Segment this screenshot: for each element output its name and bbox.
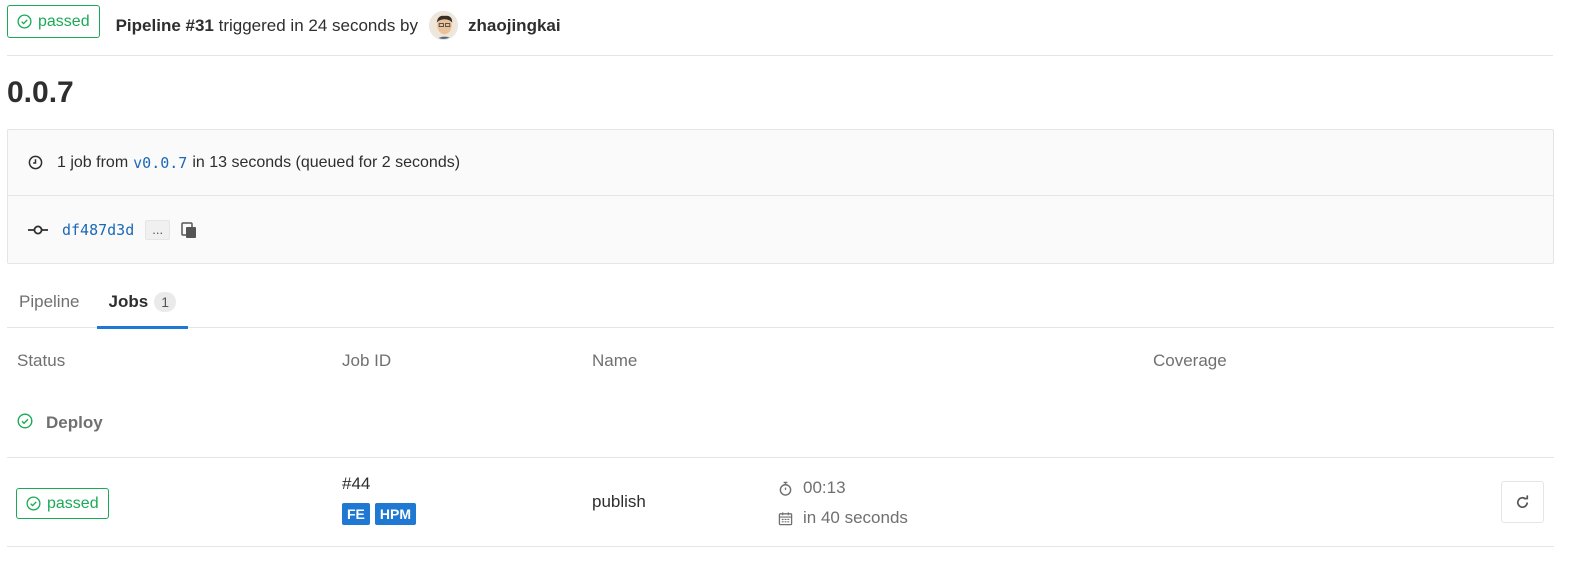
column-header-coverage: Coverage xyxy=(1153,351,1227,370)
page-title: 0.0.7 xyxy=(7,76,74,109)
commit-sha-link[interactable]: df487d3d xyxy=(62,221,134,239)
jobs-suffix: in 13 seconds (queued for 2 seconds) xyxy=(192,153,461,171)
pipeline-status-label: passed xyxy=(38,12,90,30)
user-name[interactable]: zhaojingkai xyxy=(468,16,561,36)
pipeline-tabs: Pipeline Jobs 1 xyxy=(7,276,1554,329)
commit-icon xyxy=(28,225,48,235)
row-divider xyxy=(7,457,1554,458)
check-circle-icon xyxy=(26,496,41,511)
calendar-icon xyxy=(778,511,793,525)
job-status-badge[interactable]: passed xyxy=(16,488,109,519)
triggered-text: triggered in 24 seconds by xyxy=(218,15,419,35)
commit-row: df487d3d ... xyxy=(8,196,1553,264)
job-duration-value: 00:13 xyxy=(803,478,846,497)
ref-link[interactable]: v0.0.7 xyxy=(133,154,187,172)
pipeline-summary: Pipeline #31 triggered in 24 seconds by … xyxy=(116,11,561,40)
pipeline-status-badge[interactable]: passed xyxy=(7,5,100,38)
copy-icon[interactable] xyxy=(180,221,198,239)
tab-jobs-label: Jobs xyxy=(108,292,149,311)
job-tags: FE HPM xyxy=(342,503,417,525)
pipeline-id: Pipeline #31 xyxy=(115,15,214,35)
job-tag: HPM xyxy=(374,503,417,525)
job-duration: 00:13 xyxy=(778,478,846,498)
job-status-label: passed xyxy=(47,494,99,512)
retry-button[interactable] xyxy=(1501,481,1544,523)
job-id-link[interactable]: #44 xyxy=(342,474,370,494)
user-avatar-icon xyxy=(430,12,458,39)
stopwatch-icon xyxy=(779,481,792,496)
clock-icon xyxy=(28,155,43,170)
check-circle-icon xyxy=(17,413,33,429)
tab-pipeline-label: Pipeline xyxy=(19,292,80,311)
commit-message-toggle[interactable]: ... xyxy=(145,220,171,240)
job-name: publish xyxy=(592,492,646,511)
job-finished: in 40 seconds xyxy=(778,508,908,528)
stage-deploy: Deploy xyxy=(17,413,103,433)
job-tag: FE xyxy=(342,503,370,525)
row-divider xyxy=(7,546,1554,547)
column-header-name: Name xyxy=(592,351,638,370)
column-header-status: Status xyxy=(17,351,66,370)
jobs-count-badge: 1 xyxy=(154,292,176,312)
job-finished-value: in 40 seconds xyxy=(803,508,908,527)
avatar[interactable] xyxy=(429,11,459,40)
jobs-prefix: 1 job from xyxy=(57,153,129,171)
check-circle-icon xyxy=(17,14,32,29)
column-header-job-id: Job ID xyxy=(342,351,392,370)
pipeline-header: passed Pipeline #31 triggered in 24 seco… xyxy=(7,5,1553,56)
tab-pipeline[interactable]: Pipeline xyxy=(7,276,92,328)
stage-name: Deploy xyxy=(46,413,103,432)
pipeline-info-panel: 1 job from v0.0.7 in 13 seconds (queued … xyxy=(7,129,1554,264)
retry-icon xyxy=(1517,494,1529,508)
tab-jobs[interactable]: Jobs 1 xyxy=(96,276,189,329)
jobs-summary-row: 1 job from v0.0.7 in 13 seconds (queued … xyxy=(8,130,1553,196)
